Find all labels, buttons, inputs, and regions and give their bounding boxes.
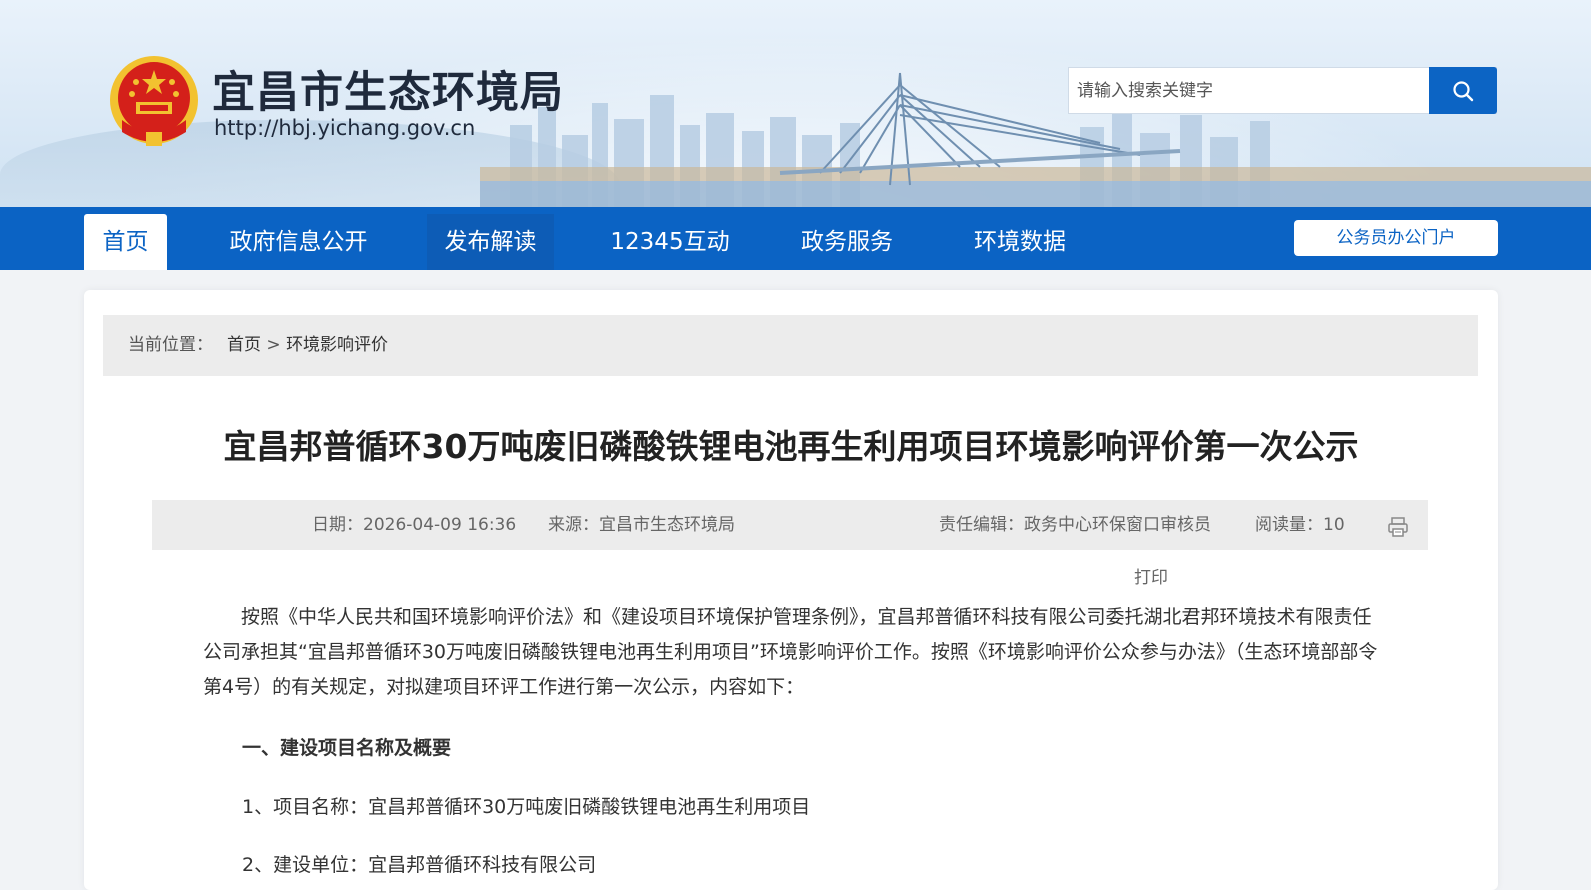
- civil-servant-portal-button[interactable]: 公务员办公门户: [1294, 220, 1498, 256]
- nav-item-gov-info[interactable]: 政府信息公开: [216, 214, 381, 270]
- search-input[interactable]: [1069, 68, 1429, 113]
- article-title: 宜昌邦普循环30万吨废旧磷酸铁锂电池再生利用项目环境影响评价第一次公示: [223, 427, 1359, 466]
- nav-item-release[interactable]: 发布解读: [427, 214, 554, 270]
- nav-item-12345[interactable]: 12345互动: [598, 214, 742, 270]
- search-icon: [1453, 80, 1474, 101]
- search-button[interactable]: [1429, 67, 1497, 114]
- printer-icon[interactable]: [1387, 516, 1409, 538]
- search-box: [1068, 67, 1497, 114]
- site-url: http://hbj.yichang.gov.cn: [214, 116, 476, 140]
- national-emblem-icon: [110, 56, 198, 146]
- article-intro-paragraph: 按照《中华人民共和国环境影响评价法》和《建设项目环境保护管理条例》，宜昌邦普循环…: [203, 606, 1378, 698]
- nav-item-services[interactable]: 政务服务: [787, 214, 907, 270]
- meta-read-count: 阅读量：10: [1255, 515, 1345, 535]
- header-banner: 宜昌市生态环境局 http://hbj.yichang.gov.cn: [0, 0, 1591, 207]
- site-title: 宜昌市生态环境局: [212, 68, 564, 118]
- breadcrumb-prefix: 当前位置：: [128, 335, 213, 355]
- item-construction-unit: 2、建设单位：宜昌邦普循环科技有限公司: [242, 854, 597, 876]
- breadcrumb-current-link[interactable]: 环境影响评价: [286, 335, 388, 355]
- item-project-name: 1、项目名称：宜昌邦普循环30万吨废旧磷酸铁锂电池再生利用项目: [242, 796, 811, 818]
- print-link[interactable]: 打印: [1134, 563, 1168, 588]
- section-heading: 一、建设项目名称及概要: [242, 737, 452, 759]
- nav-item-env-data[interactable]: 环境数据: [956, 214, 1084, 270]
- nav-item-home[interactable]: 首页: [84, 214, 167, 270]
- breadcrumb-separator: >: [261, 335, 287, 355]
- meta-date: 日期：2026-04-09 16:36: [312, 515, 517, 535]
- article-body: 按照《中华人民共和国环境影响评价法》和《建设项目环境保护管理条例》，宜昌邦普循环…: [203, 600, 1383, 705]
- breadcrumb: 当前位置： 首页 > 环境影响评价: [103, 315, 1478, 376]
- meta-source: 来源：宜昌市生态环境局: [548, 515, 735, 535]
- breadcrumb-home-link[interactable]: 首页: [227, 335, 261, 355]
- meta-editor: 责任编辑：政务中心环保窗口审核员: [939, 515, 1211, 535]
- article-meta-bar: 日期：2026-04-09 16:36 来源：宜昌市生态环境局 责任编辑：政务中…: [152, 500, 1428, 550]
